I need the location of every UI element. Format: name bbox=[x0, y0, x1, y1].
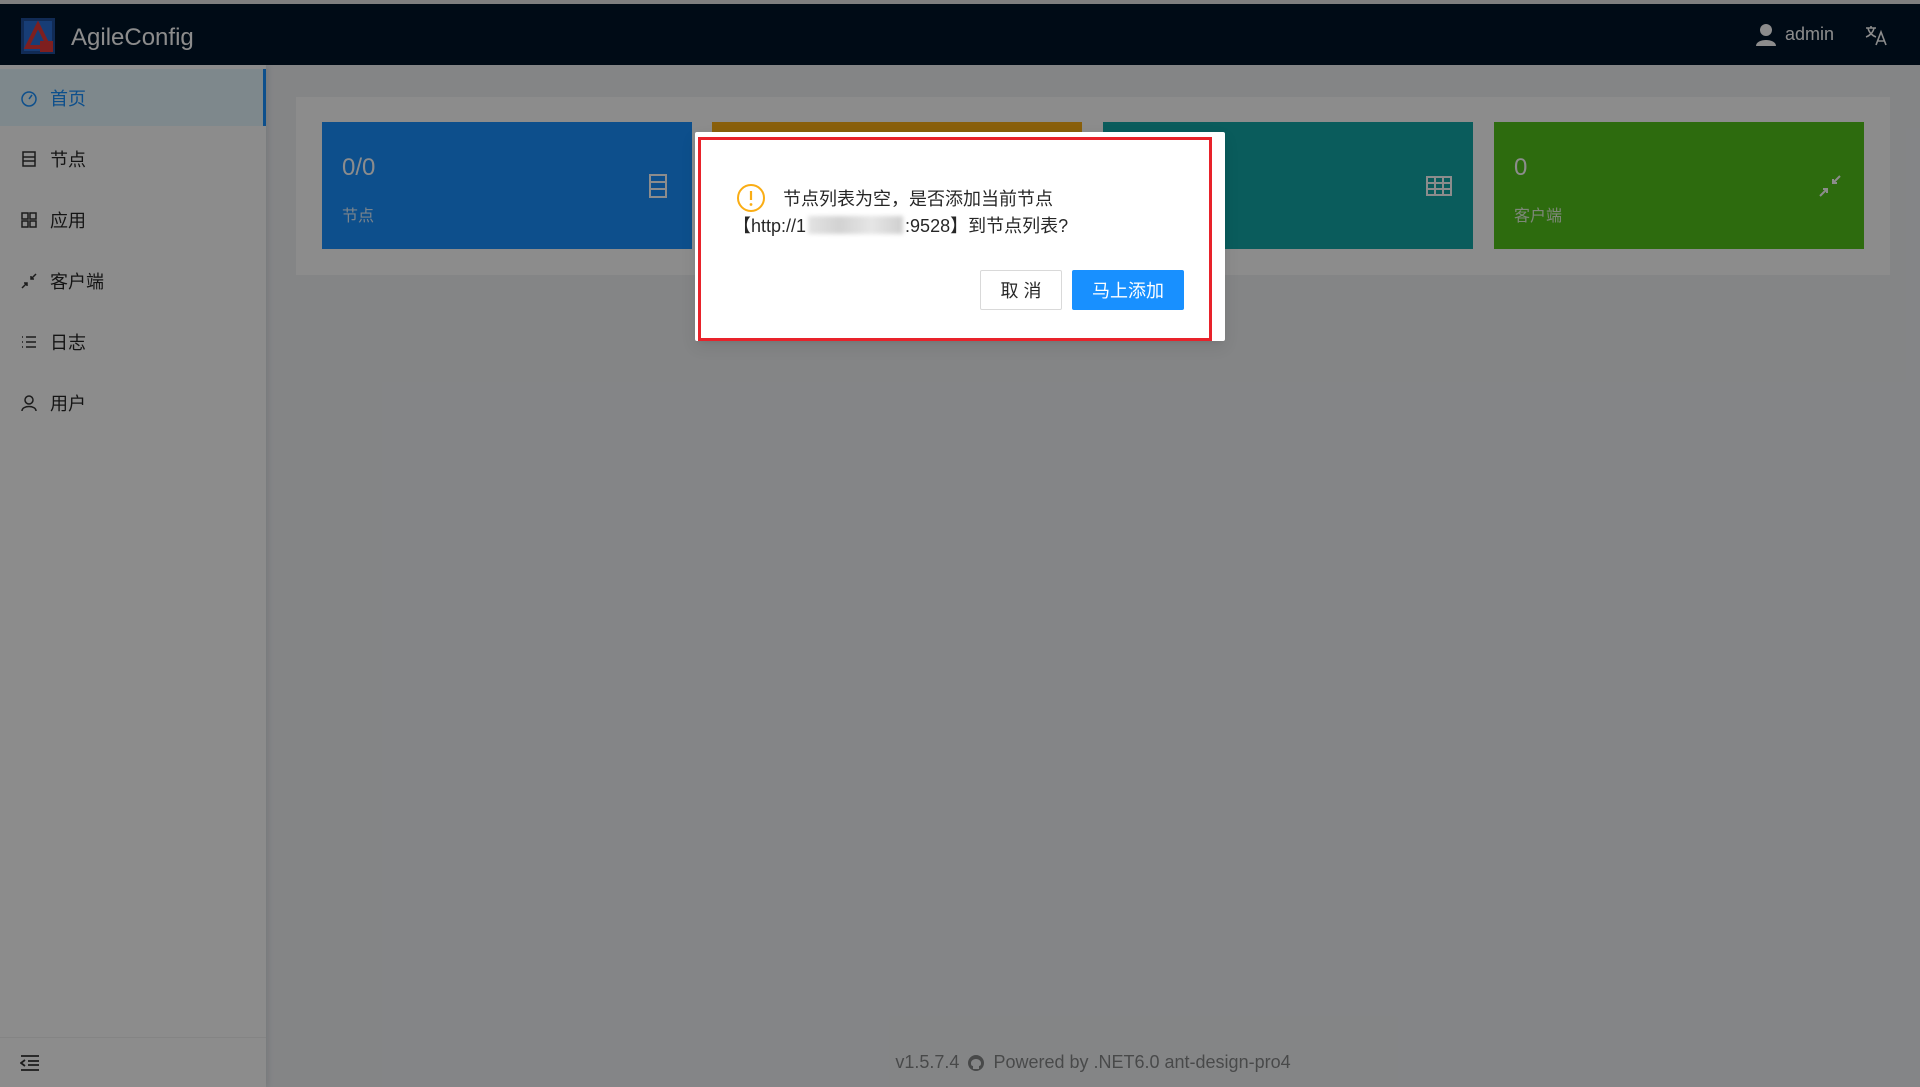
redacted-host bbox=[808, 216, 904, 234]
confirm-modal: 节点列表为空，是否添加当前节点 【http://1 :9528】到节点列表? 取… bbox=[695, 132, 1225, 341]
exclamation-circle-icon bbox=[737, 184, 765, 212]
modal-url-suffix: :9528】到节点列表? bbox=[905, 216, 1069, 236]
modal-message-line1: 节点列表为空，是否添加当前节点 bbox=[783, 189, 1053, 209]
add-now-button[interactable]: 马上添加 bbox=[1072, 270, 1184, 310]
modal-message-line2: 【http://1 :9528】到节点列表? bbox=[733, 212, 1068, 238]
modal-url-prefix: 【http://1 bbox=[733, 216, 807, 236]
cancel-button[interactable]: 取 消 bbox=[980, 270, 1062, 310]
